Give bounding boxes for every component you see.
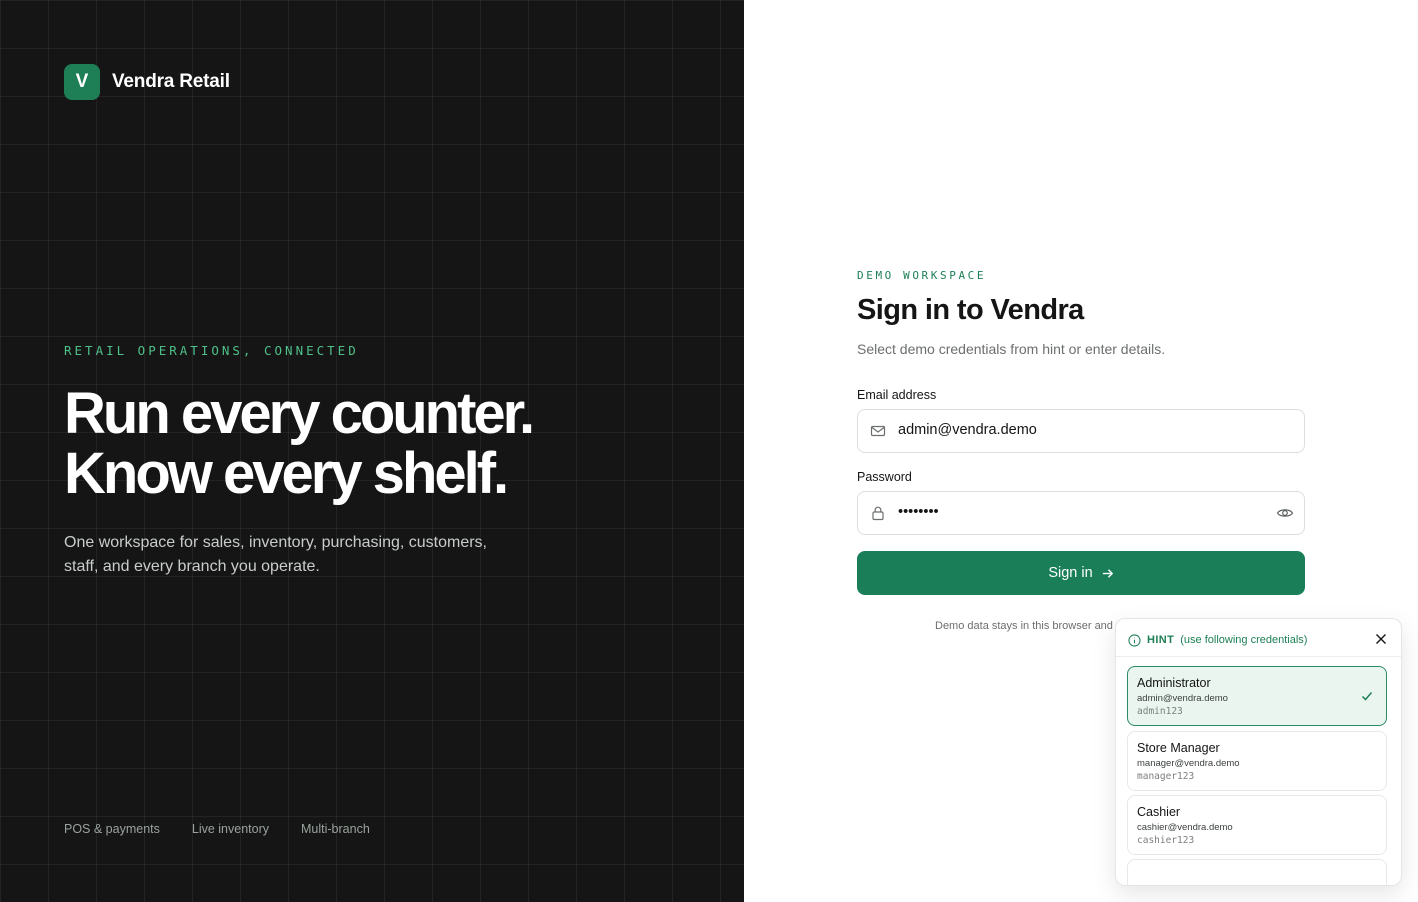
marketing-panel: V Vendra Retail RETAIL OPERATIONS, CONNE… <box>0 0 744 902</box>
form-eyebrow: DEMO WORKSPACE <box>857 269 987 282</box>
credential-email: manager@vendra.demo <box>1137 758 1240 769</box>
credential-option-cashier[interactable]: Cashier cashier@vendra.demo cashier123 <box>1127 795 1387 855</box>
feature-item: Live inventory <box>191 822 269 836</box>
hero-eyebrow: RETAIL OPERATIONS, CONNECTED <box>64 343 359 358</box>
brand-name: Vendra Retail <box>112 71 230 92</box>
password-value[interactable]: •••••••• <box>898 504 939 520</box>
form-subtitle: Select demo credentials from hint or ent… <box>857 341 1166 357</box>
credential-option-partial[interactable] <box>1127 859 1387 885</box>
hint-label: HINT <box>1147 634 1175 646</box>
feature-item: POS & payments <box>64 822 160 836</box>
feature-item: Multi-branch <box>301 822 370 836</box>
hero-line-1: Run every counter. <box>64 381 535 446</box>
hero-headline: Run every counter. Know every shelf. <box>64 384 704 504</box>
credential-password: cashier123 <box>1137 835 1195 846</box>
sign-in-label: Sign in <box>1048 565 1093 581</box>
brand-logo: V <box>64 64 100 100</box>
hint-title: HINT (use following credentials) <box>1147 634 1307 646</box>
credential-email: admin@vendra.demo <box>1137 693 1228 704</box>
credential-option-store-manager[interactable]: Store Manager manager@vendra.demo manage… <box>1127 731 1387 791</box>
hint-header: HINT (use following credentials) <box>1116 619 1401 657</box>
close-icon[interactable] <box>1375 633 1387 645</box>
mail-icon <box>870 425 886 437</box>
password-field[interactable]: •••••••• <box>857 491 1305 535</box>
arrow-right-icon <box>1102 568 1113 578</box>
info-icon <box>1128 634 1141 647</box>
credential-email: cashier@vendra.demo <box>1137 822 1233 833</box>
form-title: Sign in to Vendra <box>857 294 1084 326</box>
password-label: Password <box>857 470 912 484</box>
email-value[interactable]: admin@vendra.demo <box>898 422 1037 438</box>
hint-note: (use following credentials) <box>1180 634 1308 646</box>
email-label: Email address <box>857 388 937 402</box>
credential-role: Store Manager <box>1137 741 1220 755</box>
eye-icon[interactable] <box>1276 504 1294 522</box>
lock-icon <box>872 506 884 521</box>
hero-line-2: Know every shelf. <box>64 441 509 506</box>
credential-role: Administrator <box>1137 676 1211 690</box>
email-field[interactable]: admin@vendra.demo <box>857 409 1305 453</box>
brand: V Vendra Retail <box>64 64 230 100</box>
feature-list: POS & payments Live inventory Multi-bran… <box>64 822 370 836</box>
credential-option-administrator[interactable]: Administrator admin@vendra.demo admin123 <box>1127 666 1387 726</box>
credential-role: Cashier <box>1137 805 1181 819</box>
check-icon <box>1361 692 1373 701</box>
demo-footnote: Demo data stays in this browser and <box>935 620 1113 632</box>
credential-password: admin123 <box>1137 706 1183 717</box>
hero-description: One workspace for sales, inventory, purc… <box>64 534 487 575</box>
credentials-hint-popup: HINT (use following credentials) Administ… <box>1115 618 1402 886</box>
sign-in-button[interactable]: Sign in <box>857 551 1305 595</box>
credential-password: manager123 <box>1137 771 1195 782</box>
